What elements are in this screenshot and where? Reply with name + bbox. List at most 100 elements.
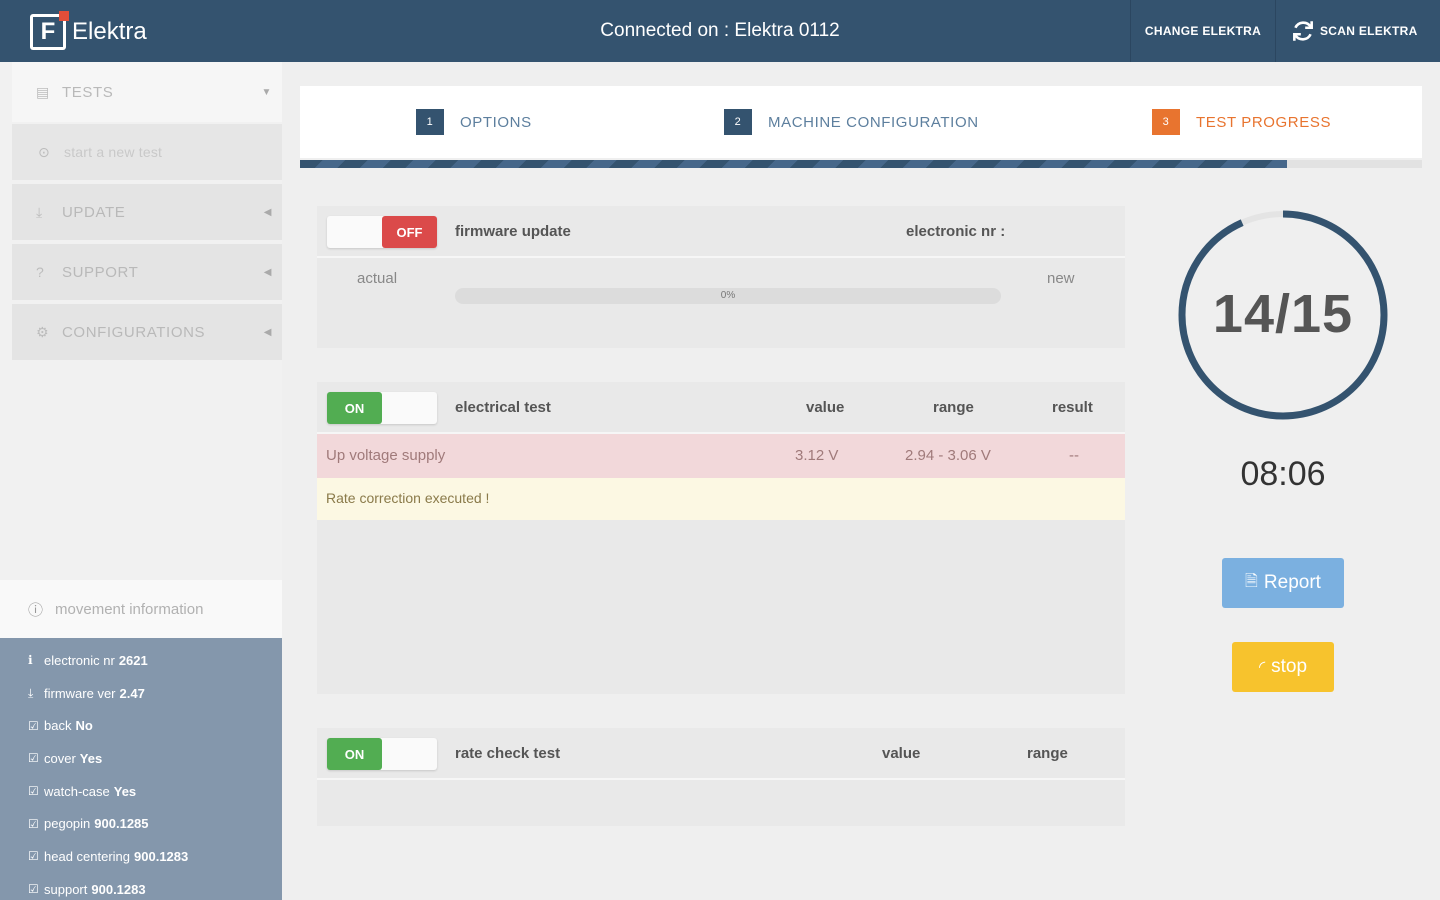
electronic-nr-label: electronic nr : (906, 222, 1006, 240)
refresh-icon (1293, 21, 1313, 41)
info-value: Yes (113, 783, 137, 799)
info-label: firmware ver (44, 685, 116, 701)
logo-dot (59, 11, 69, 21)
list-item: ☑ support 900.1283 (0, 873, 282, 900)
sidebar-item-label: start a new test (64, 144, 163, 160)
list-item: ℹ electronic nr 2621 (0, 644, 282, 677)
sidebar-item-label: TESTS (62, 83, 114, 101)
info-value: 2.47 (119, 685, 145, 701)
actual-label: actual (357, 270, 398, 287)
new-label: new (1047, 270, 1075, 287)
wizard-progress-fill (300, 160, 1288, 168)
sidebar-item-support[interactable]: ? SUPPORT ◀ (12, 244, 282, 300)
info-label: watch-case (44, 783, 110, 799)
sidebar-item-tests[interactable]: ▤ TESTS ▼ (12, 62, 282, 122)
wizard-progress-bar (300, 160, 1422, 168)
report-label: Report (1263, 572, 1321, 593)
step-machine-configuration[interactable]: 2 MACHINE CONFIGURATION (724, 86, 979, 158)
elapsed-timer: 08:06 (1240, 455, 1326, 493)
scan-elektra-button[interactable]: SCAN ELEKTRA (1290, 0, 1440, 62)
electrical-toggle[interactable]: ON (327, 392, 437, 424)
info-circle-icon: ⓘ (28, 601, 44, 619)
column-header-range: range (933, 398, 974, 416)
list-item: ⤓ firmware ver 2.47 (0, 677, 282, 710)
list-item: ☑ cover Yes (0, 742, 282, 775)
movement-info-list: ℹ electronic nr 2621 ⤓ firmware ver 2.47… (0, 638, 282, 900)
step-label: TEST PROGRESS (1196, 113, 1332, 131)
rate-check-card: ON rate check test value range (317, 728, 1125, 826)
report-button[interactable]: 🗎 Report (1222, 558, 1344, 608)
sidebar: ▤ TESTS ▼ ⊙ start a new test ⤓ UPDATE ◀ … (0, 62, 282, 900)
sidebar-item-start-test[interactable]: ⊙ start a new test (12, 124, 282, 180)
toggle-state: ON (327, 392, 382, 424)
column-header-result: result (1052, 398, 1093, 416)
info-label: support (44, 881, 88, 897)
change-elektra-button[interactable]: CHANGE ELEKTRA (1130, 0, 1276, 62)
card-header: OFF firmware update electronic nr : (317, 206, 1125, 258)
movement-information-header: ⓘ movement information (0, 580, 282, 638)
info-value: No (75, 718, 93, 734)
file-pdf-icon: 🗎 (1245, 572, 1258, 590)
step-number: 1 (416, 109, 444, 135)
change-elektra-label: CHANGE ELEKTRA (1144, 24, 1262, 38)
info-value: Yes (79, 750, 103, 766)
step-options[interactable]: 1 OPTIONS (416, 86, 532, 158)
electrical-test-card: ON electrical test value range result Up… (317, 382, 1125, 694)
list-item: ☑ head centering 900.1283 (0, 840, 282, 873)
column-header-value: value (882, 744, 921, 762)
stop-label: stop (1271, 656, 1308, 677)
sidebar-item-label: UPDATE (62, 203, 126, 221)
app-header: F Elektra Connected on : Elektra 0112 CH… (0, 0, 1440, 62)
column-header-value: value (806, 398, 845, 416)
firmware-progress-text: 0% (720, 290, 736, 301)
column-header-range: range (1027, 744, 1068, 762)
row-range: 2.94 - 3.06 V (905, 447, 991, 464)
sidebar-item-update[interactable]: ⤓ UPDATE ◀ (12, 184, 282, 240)
check-icon: ☑ (28, 751, 39, 766)
step-number: 2 (724, 109, 752, 135)
step-label: MACHINE CONFIGURATION (768, 113, 979, 131)
caret-left-icon: ◀ (263, 326, 272, 338)
info-label: head centering (44, 848, 131, 864)
row-name: Up voltage supply (326, 447, 446, 464)
info-value: 900.1283 (91, 881, 146, 897)
check-icon: ☑ (28, 882, 39, 897)
circle-play-icon: ⊙ (38, 143, 50, 160)
step-label: OPTIONS (460, 113, 532, 131)
card-title: electrical test (455, 398, 551, 416)
test-counter: 14/15 (1212, 284, 1354, 344)
row-result: -- (1069, 447, 1079, 464)
firmware-progress-bar: 0% (455, 288, 1001, 304)
info-value: 900.1285 (94, 816, 149, 832)
info-label: electronic nr (44, 652, 115, 668)
firmware-toggle[interactable]: OFF (327, 216, 437, 248)
sidebar-item-label: SUPPORT (62, 263, 139, 281)
info-label: cover (44, 750, 76, 766)
wizard-stepper: 1 OPTIONS 2 MACHINE CONFIGURATION 3 TEST… (300, 86, 1422, 158)
toggle-state: ON (327, 738, 382, 770)
warning-text: Rate correction executed ! (326, 490, 490, 506)
elektra-logo: F (30, 11, 69, 50)
sidebar-item-configurations[interactable]: ⚙ CONFIGURATIONS ◀ (12, 304, 282, 360)
scan-elektra-label: SCAN ELEKTRA (1320, 24, 1418, 38)
check-icon: ☑ (28, 849, 39, 864)
info-icon: ℹ (28, 653, 33, 668)
step-test-progress[interactable]: 3 TEST PROGRESS (1152, 86, 1331, 158)
check-icon: ☑ (28, 718, 39, 733)
list-item: ☑ pegopin 900.1285 (0, 807, 282, 840)
info-label: pegopin (44, 816, 91, 832)
info-value: 900.1283 (134, 848, 189, 864)
sidebar-item-label: CONFIGURATIONS (62, 323, 206, 341)
card-title: rate check test (455, 744, 561, 762)
movement-info-label: movement information (55, 600, 204, 618)
rate-check-toggle[interactable]: ON (327, 738, 437, 770)
logo-letter: F (33, 17, 63, 47)
download-icon: ⤓ (28, 685, 34, 700)
card-header: ON rate check test value range (317, 728, 1125, 780)
caret-left-icon: ◀ (263, 266, 272, 278)
toggle-state: OFF (382, 216, 437, 248)
stop-button[interactable]: ◜ stop (1232, 642, 1334, 692)
card-header: ON electrical test value range result (317, 382, 1125, 434)
table-row: Up voltage supply 3.12 V 2.94 - 3.06 V -… (317, 434, 1125, 478)
step-number: 3 (1152, 109, 1180, 135)
